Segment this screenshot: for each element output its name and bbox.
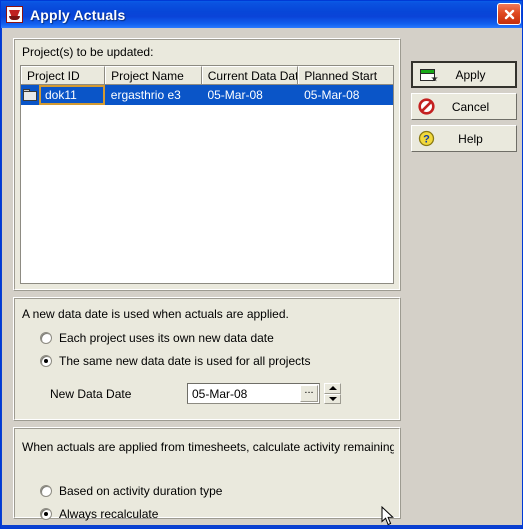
apply-sheet-icon <box>419 66 438 83</box>
cell-project-id-value[interactable]: dok11 <box>39 85 105 105</box>
column-header-project-name[interactable]: Project Name <box>105 66 202 84</box>
date-spinner[interactable] <box>324 383 341 404</box>
apply-button[interactable]: Apply <box>411 61 517 88</box>
radio-same-date-all-projects[interactable]: The same new data date is used for all p… <box>40 354 310 368</box>
apply-actuals-dialog: Apply Actuals Project(s) to be updated: … <box>0 0 523 529</box>
column-header-planned-start[interactable]: Planned Start <box>298 66 393 84</box>
table-row[interactable]: dok11 ergasthrio e3 05-Mar-08 05-Mar-08 <box>21 85 393 105</box>
cell-project-id[interactable]: dok11 <box>21 85 105 105</box>
cell-current-data-date[interactable]: 05-Mar-08 <box>201 85 298 105</box>
new-data-date-value[interactable]: 05-Mar-08 <box>188 387 300 401</box>
cancel-button-label: Cancel <box>451 99 490 114</box>
date-browse-button[interactable]: ... <box>300 385 318 402</box>
project-list-panel: Project(s) to be updated: Project ID Pro… <box>13 38 401 291</box>
radio-label: The same new data date is used for all p… <box>59 354 311 368</box>
column-header-project-id[interactable]: Project ID <box>21 66 106 84</box>
question-mark-icon: ? <box>418 130 437 147</box>
radio-label: Each project uses its own new data date <box>59 331 274 345</box>
radio-label: Based on activity duration type <box>59 484 223 498</box>
radio-indicator[interactable] <box>40 485 52 497</box>
radio-indicator[interactable] <box>40 332 52 344</box>
svg-text:?: ? <box>423 134 430 146</box>
cell-project-name[interactable]: ergasthrio e3 <box>105 85 202 105</box>
help-button[interactable]: ? Help <box>411 125 517 152</box>
window-title: Apply Actuals <box>30 6 126 23</box>
radio-indicator[interactable] <box>40 508 52 520</box>
column-header-current-data-date[interactable]: Current Data Date <box>201 66 299 84</box>
spinner-up-icon[interactable] <box>324 383 341 394</box>
radio-each-project-own-date[interactable]: Each project uses its own new data date <box>40 331 274 345</box>
folder-icon <box>23 89 37 101</box>
project-list-label: Project(s) to be updated: <box>22 45 154 59</box>
data-date-description: A new data date is used when actuals are… <box>22 307 289 321</box>
spinner-down-icon[interactable] <box>324 393 341 404</box>
new-data-date-label: New Data Date <box>50 387 132 401</box>
close-icon[interactable] <box>497 3 521 25</box>
radio-indicator[interactable] <box>40 355 52 367</box>
table-header-row: Project ID Project Name Current Data Dat… <box>21 66 393 85</box>
cell-planned-start[interactable]: 05-Mar-08 <box>298 85 393 105</box>
calc-description: When actuals are applied from timesheets… <box>22 440 394 454</box>
project-table[interactable]: Project ID Project Name Current Data Dat… <box>20 65 394 284</box>
cancel-button[interactable]: Cancel <box>411 93 517 120</box>
apply-button-label: Apply <box>455 67 486 82</box>
radio-based-on-duration-type[interactable]: Based on activity duration type <box>40 484 222 498</box>
remaining-duration-panel: When actuals are applied from timesheets… <box>13 427 401 521</box>
dialog-body: Project(s) to be updated: Project ID Pro… <box>2 28 522 526</box>
help-button-label: Help <box>458 131 483 146</box>
app-emblem-icon <box>6 6 23 23</box>
title-bar: Apply Actuals <box>1 1 522 28</box>
new-data-date-input[interactable]: 05-Mar-08 ... <box>187 383 320 404</box>
radio-always-recalculate[interactable]: Always recalculate <box>40 507 158 521</box>
no-entry-icon <box>418 98 437 115</box>
radio-label: Always recalculate <box>59 507 159 521</box>
